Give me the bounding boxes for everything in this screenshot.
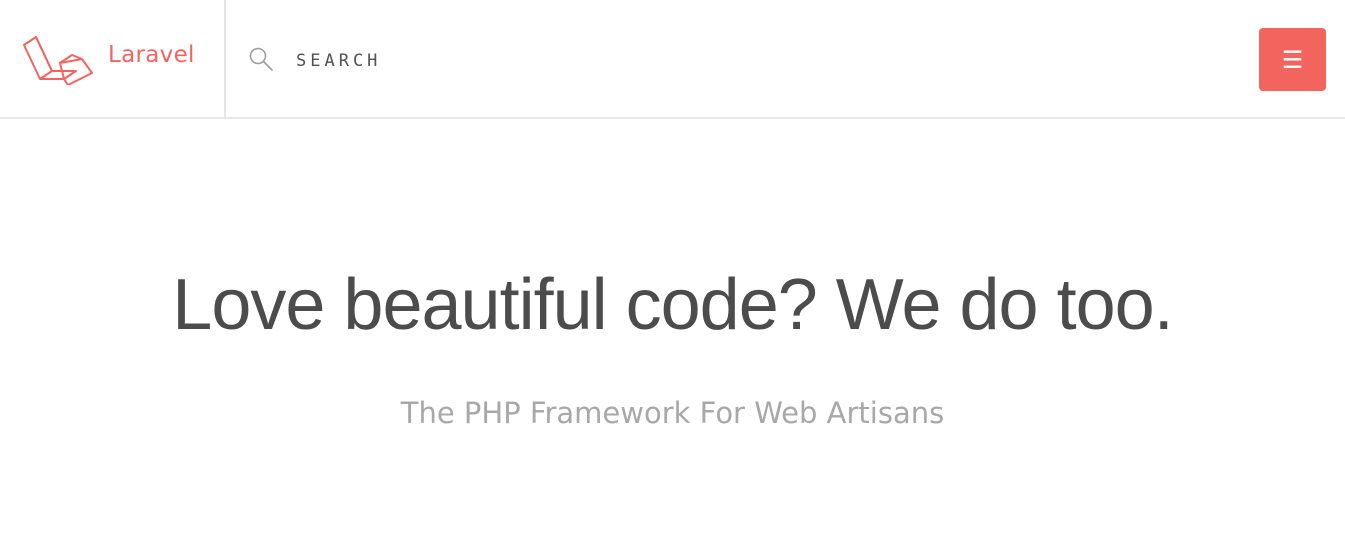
brand-link[interactable]: Laravel	[0, 0, 226, 117]
site-header: Laravel ☰	[0, 0, 1345, 119]
hero-title: Love beautiful code? We do too.	[172, 265, 1173, 345]
brand-name: Laravel	[108, 41, 195, 68]
hero-section: Love beautiful code? We do too. The PHP …	[0, 121, 1345, 533]
search-bar	[228, 0, 828, 117]
search-icon	[249, 47, 273, 71]
hamburger-menu-icon: ☰	[1281, 45, 1304, 74]
menu-button[interactable]: ☰	[1259, 28, 1326, 91]
search-input[interactable]	[296, 45, 696, 77]
hero-subtitle: The PHP Framework For Web Artisans	[400, 396, 945, 430]
laravel-logo-icon	[23, 35, 93, 85]
